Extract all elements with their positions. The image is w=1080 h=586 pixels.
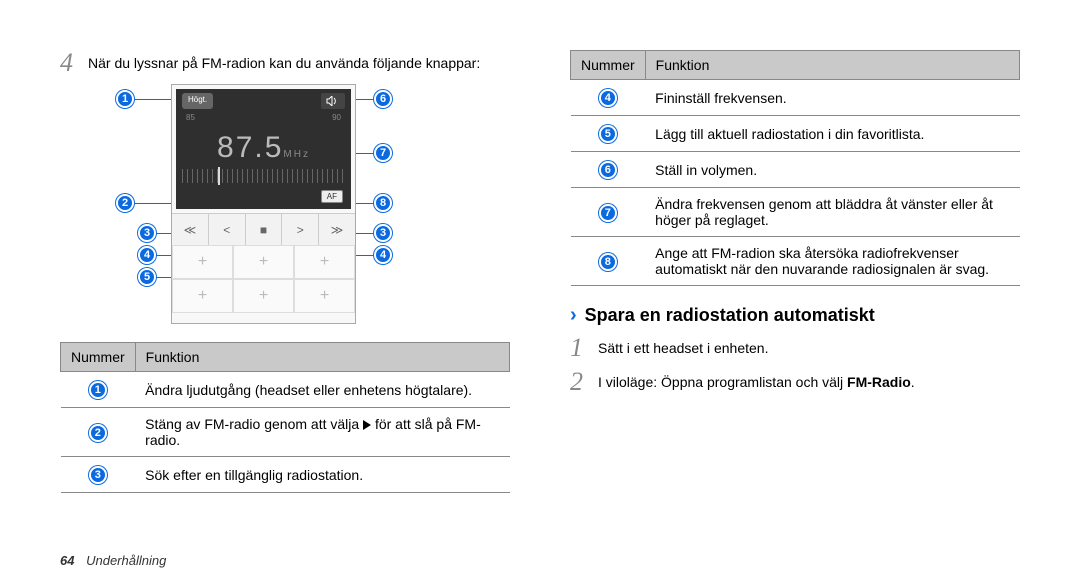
- row-number: 2: [89, 424, 107, 442]
- chevron-icon: ›: [570, 304, 577, 327]
- preset-cell: +: [233, 279, 294, 313]
- row-text: Stäng av FM-radio genom att välja för at…: [135, 408, 509, 457]
- seek-back-fast: ≪: [172, 214, 209, 245]
- callout-5: 5: [138, 268, 156, 286]
- callout-4-right: 4: [374, 246, 392, 264]
- callout-6: 6: [374, 90, 392, 108]
- af-badge: AF: [321, 190, 343, 203]
- table-row: 6 Ställ in volymen.: [571, 152, 1020, 188]
- step-number: 4: [60, 50, 88, 76]
- radio-display: Högt. 85 90 87.5MHz AF: [176, 89, 351, 209]
- row-text: Sök efter en tillgänglig radiostation.: [135, 457, 509, 493]
- seek-back: <: [209, 214, 246, 245]
- page-number: 64: [60, 553, 74, 568]
- row-number: 5: [599, 125, 617, 143]
- callout-7: 7: [374, 144, 392, 162]
- seek-forward-fast: ≫: [319, 214, 355, 245]
- row-number: 1: [89, 381, 107, 399]
- row-text: Ställ in volymen.: [645, 152, 1019, 188]
- table-row: 5 Lägg till aktuell radiostation i din f…: [571, 116, 1020, 152]
- table-row: 8 Ange att FM-radion ska återsöka radiof…: [571, 237, 1020, 286]
- scale-right: 90: [332, 113, 341, 125]
- page-footer: 64 Underhållning: [60, 553, 166, 568]
- preset-cell: +: [294, 279, 355, 313]
- callout-8: 8: [374, 194, 392, 212]
- preset-cell: +: [172, 245, 233, 279]
- scale-left: 85: [186, 113, 195, 125]
- row-number: 4: [599, 89, 617, 107]
- col-header-function: Funktion: [645, 51, 1019, 80]
- table-row: 4 Fininställ frekvensen.: [571, 80, 1020, 116]
- radio-ticks: [182, 169, 345, 183]
- row-number: 6: [599, 161, 617, 179]
- radio-device: Högt. 85 90 87.5MHz AF: [171, 84, 356, 324]
- right-function-table: Nummer Funktion 4 Fininställ frekvensen.…: [570, 50, 1020, 286]
- footer-section: Underhållning: [86, 553, 166, 568]
- step-number: 2: [570, 369, 598, 395]
- row-text: Ändra ljudutgång (headset eller enhetens…: [135, 372, 509, 408]
- step-number: 1: [570, 335, 598, 361]
- row-number: 3: [89, 466, 107, 484]
- callout-1: 1: [116, 90, 134, 108]
- callout-3-left: 3: [138, 224, 156, 242]
- col-header-function: Funktion: [135, 343, 509, 372]
- left-function-table: Nummer Funktion 1 Ändra ljudutgång (head…: [60, 342, 510, 493]
- step-2: 2 I viloläge: Öppna programlistan och vä…: [570, 369, 1020, 395]
- seek-forward: >: [282, 214, 319, 245]
- row-text: Fininställ frekvensen.: [645, 80, 1019, 116]
- step-4: 4 När du lyssnar på FM-radion kan du anv…: [60, 50, 510, 76]
- radio-controls: ≪ < ■ > ≫: [172, 213, 355, 245]
- table-row: 2 Stäng av FM-radio genom att välja för …: [61, 408, 510, 457]
- preset-cell: +: [233, 245, 294, 279]
- radio-presets: + + + + + +: [172, 245, 355, 313]
- step-1: 1 Sätt i ett headset i enheten.: [570, 335, 1020, 361]
- col-header-number: Nummer: [61, 343, 136, 372]
- col-header-number: Nummer: [571, 51, 646, 80]
- preset-cell: +: [294, 245, 355, 279]
- callout-2: 2: [116, 194, 134, 212]
- step-text: När du lyssnar på FM-radion kan du använ…: [88, 50, 480, 74]
- speaker-badge: Högt.: [182, 93, 213, 109]
- row-text: Ändra frekvensen genom att bläddra åt vä…: [645, 188, 1019, 237]
- callout-3-right: 3: [374, 224, 392, 242]
- radio-figure: 1 2 3 4 5 6 7 8 3 4: [116, 84, 436, 324]
- volume-icon: [321, 93, 345, 109]
- left-column: 4 När du lyssnar på FM-radion kan du anv…: [60, 50, 510, 493]
- section-heading: › Spara en radiostation automatiskt: [570, 304, 1020, 327]
- row-text: Lägg till aktuell radiostation i din fav…: [645, 116, 1019, 152]
- stop-button: ■: [246, 214, 283, 245]
- heading-text: Spara en radiostation automatiskt: [585, 305, 875, 326]
- radio-frequency: 87.5MHz: [176, 131, 351, 165]
- right-column: Nummer Funktion 4 Fininställ frekvensen.…: [570, 50, 1020, 493]
- step-text: Sätt i ett headset i enheten.: [598, 335, 768, 359]
- table-row: 3 Sök efter en tillgänglig radiostation.: [61, 457, 510, 493]
- callout-4-left: 4: [138, 246, 156, 264]
- row-number: 7: [599, 204, 617, 222]
- preset-cell: +: [172, 279, 233, 313]
- step-text: I viloläge: Öppna programlistan och välj…: [598, 369, 915, 393]
- table-row: 1 Ändra ljudutgång (headset eller enhete…: [61, 372, 510, 408]
- row-text: Ange att FM-radion ska återsöka radiofre…: [645, 237, 1019, 286]
- play-icon: [363, 420, 371, 430]
- row-number: 8: [599, 253, 617, 271]
- table-row: 7 Ändra frekvensen genom att bläddra åt …: [571, 188, 1020, 237]
